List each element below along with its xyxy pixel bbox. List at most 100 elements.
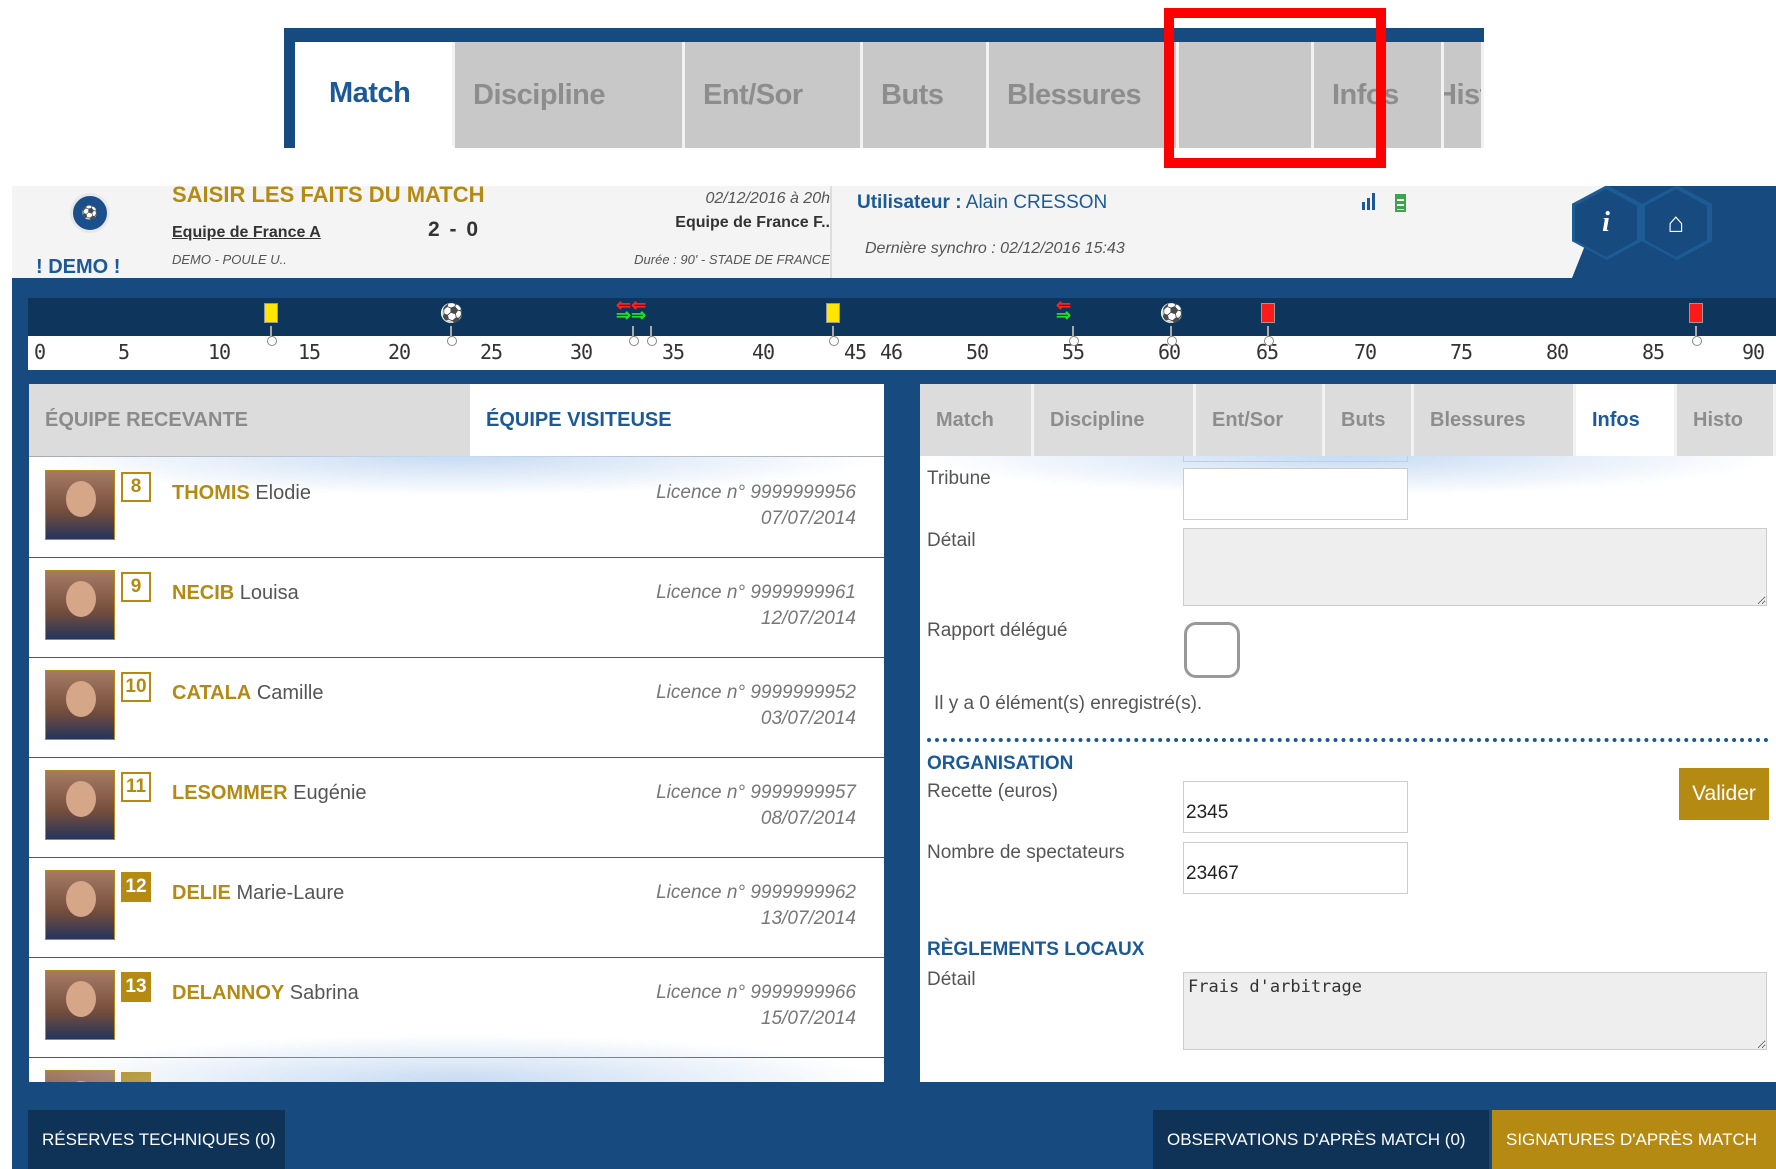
zoom-tab-histo: Histo	[1444, 42, 1484, 148]
tick-0: 0	[34, 340, 46, 364]
player-photo	[45, 570, 115, 640]
tab-histo[interactable]: Histo	[1677, 384, 1776, 456]
user-name: Alain CRESSON	[965, 192, 1108, 213]
rapport-label: Rapport délégué	[927, 620, 1068, 641]
tick-40: 40	[752, 340, 775, 364]
header-divider	[830, 186, 832, 278]
tab-blessures[interactable]: Blessures	[1414, 384, 1576, 456]
tick-25: 25	[480, 340, 503, 364]
score: 2 - 0	[428, 218, 481, 241]
player-licence: Licence n° 9999999957 08/07/2014	[656, 782, 856, 829]
battery-icon	[1395, 194, 1406, 212]
header-bar: ⚽ ! DEMO ! SAISIR LES FAITS DU MATCH Equ…	[12, 186, 1776, 278]
away-team: Equipe de France F..	[675, 214, 830, 231]
reglements-detail-label: Détail	[927, 969, 976, 990]
detail-textarea[interactable]	[1183, 528, 1767, 606]
shirt-number: 12	[121, 872, 151, 902]
player-name: NECIB Louisa	[172, 582, 299, 604]
tribune-input[interactable]	[1183, 468, 1408, 520]
competition: DEMO - POULE U..	[172, 252, 287, 267]
player-name: DELIE Marie-Laure	[172, 882, 345, 904]
tab-buts[interactable]: Buts	[1325, 384, 1414, 456]
user-info: Utilisateur : Alain CRESSON	[857, 192, 1107, 214]
match-date: 02/12/2016 à 20h	[705, 190, 830, 207]
home-team[interactable]: Equipe de France A	[172, 224, 321, 242]
observations-button[interactable]: OBSERVATIONS D'APRÈS MATCH (0)	[1153, 1110, 1489, 1169]
match-tab-bar: Match Discipline Ent/Sor Buts Blessures …	[920, 384, 1776, 456]
timeline-bar	[28, 298, 1776, 336]
tab-match[interactable]: Match	[920, 384, 1034, 456]
record-count: Il y a 0 élément(s) enregistré(s).	[934, 693, 1203, 714]
player-row[interactable]: 10 CATALA Camille Licence n° 9999999952 0…	[29, 658, 884, 758]
player-licence: Licence n° 9999999956 07/07/2014	[656, 482, 856, 529]
previous-field-edge	[1183, 456, 1408, 462]
tick-70: 70	[1354, 340, 1377, 364]
tick-10: 10	[208, 340, 231, 364]
zoom-tab-discipline: Discipline	[455, 42, 685, 148]
user-label: Utilisateur :	[857, 192, 962, 213]
reserves-button[interactable]: RÉSERVES TECHNIQUES (0)	[28, 1110, 285, 1169]
signatures-button[interactable]: SIGNATURES D'APRÈS MATCH	[1492, 1110, 1776, 1169]
scroll-shadow-bottom	[29, 1034, 884, 1082]
player-licence: Licence n° 9999999962 13/07/2014	[656, 882, 856, 929]
tick-5: 5	[118, 340, 130, 364]
organisation-title: ORGANISATION	[927, 753, 1074, 774]
tick-85: 85	[1642, 340, 1665, 364]
goal-ball-icon[interactable]: ⚽	[441, 303, 463, 323]
app-window: ⚽ ! DEMO ! SAISIR LES FAITS DU MATCH Equ…	[12, 186, 1776, 1169]
yellow-card-icon[interactable]	[826, 303, 840, 323]
player-licence: Licence n° 9999999966 15/07/2014	[656, 982, 856, 1029]
tick-15: 15	[298, 340, 321, 364]
tick-20: 20	[388, 340, 411, 364]
tab-infos[interactable]: Infos	[1576, 384, 1677, 456]
infos-panel: Match Discipline Ent/Sor Buts Blessures …	[920, 384, 1776, 1082]
tick-46: 46	[880, 340, 903, 364]
rapport-checkbox[interactable]	[1184, 622, 1240, 678]
red-card-icon[interactable]	[1261, 303, 1275, 323]
section-divider	[927, 738, 1769, 742]
tab-entsor[interactable]: Ent/Sor	[1196, 384, 1325, 456]
shirt-number: 11	[121, 772, 151, 802]
red-card-icon[interactable]	[1689, 303, 1703, 323]
player-name: LESOMMER Eugénie	[172, 782, 367, 804]
reglements-detail-textarea[interactable]: Frais d'arbitrage	[1183, 972, 1767, 1050]
player-row[interactable]: 11 LESOMMER Eugénie Licence n° 999999995…	[29, 758, 884, 858]
player-photo	[45, 670, 115, 740]
shirt-number: 9	[121, 572, 151, 602]
signal-icon	[1362, 192, 1378, 215]
player-row[interactable]: 9 NECIB Louisa Licence n° 9999999961 12/0…	[29, 558, 884, 658]
shirt-number: 8	[121, 472, 151, 502]
player-photo	[45, 870, 115, 940]
tab-away-team[interactable]: ÉQUIPE VISITEUSE	[470, 384, 884, 456]
substitution-icon[interactable]: ⇐ ⇒	[1056, 296, 1071, 324]
zoom-tab-buts: Buts	[863, 42, 989, 148]
team-panel: ÉQUIPE RECEVANTE ÉQUIPE VISITEUSE 8 THOM…	[29, 384, 884, 1082]
zoom-tab-blessures: Blessures	[989, 42, 1179, 148]
tab-home-team[interactable]: ÉQUIPE RECEVANTE	[29, 384, 470, 456]
player-name: THOMIS Elodie	[172, 482, 311, 504]
match-duration: Durée : 90' - STADE DE FRANCE	[634, 252, 830, 267]
home-icon: ⌂	[1667, 207, 1685, 238]
tick-75: 75	[1450, 340, 1473, 364]
recette-label: Recette (euros)	[927, 781, 1058, 802]
shirt-number: 13	[121, 972, 151, 1002]
goal-ball-icon[interactable]: ⚽	[1161, 303, 1183, 323]
tick-35: 35	[662, 340, 685, 364]
substitution-icon[interactable]: ⇐⇐ ⇒⇒	[616, 296, 646, 324]
tick-50: 50	[966, 340, 989, 364]
valider-button[interactable]: Valider	[1679, 768, 1769, 820]
recette-input[interactable]	[1183, 781, 1408, 833]
spectateurs-input[interactable]	[1183, 842, 1408, 894]
demo-label: ! DEMO !	[36, 256, 121, 278]
player-row[interactable]: 8 THOMIS Elodie Licence n° 9999999956 07/…	[29, 458, 884, 558]
fff-logo: ⚽	[70, 193, 110, 233]
reglements-title: RÈGLEMENTS LOCAUX	[927, 939, 1145, 960]
player-name: DELANNOY Sabrina	[172, 982, 359, 1004]
player-photo	[45, 770, 115, 840]
yellow-card-icon[interactable]	[264, 303, 278, 323]
tick-30: 30	[570, 340, 593, 364]
tick-45: 45	[844, 340, 867, 364]
player-row[interactable]: 12 DELIE Marie-Laure Licence n° 99999999…	[29, 858, 884, 958]
player-name: CATALA Camille	[172, 682, 324, 704]
tab-discipline[interactable]: Discipline	[1034, 384, 1196, 456]
